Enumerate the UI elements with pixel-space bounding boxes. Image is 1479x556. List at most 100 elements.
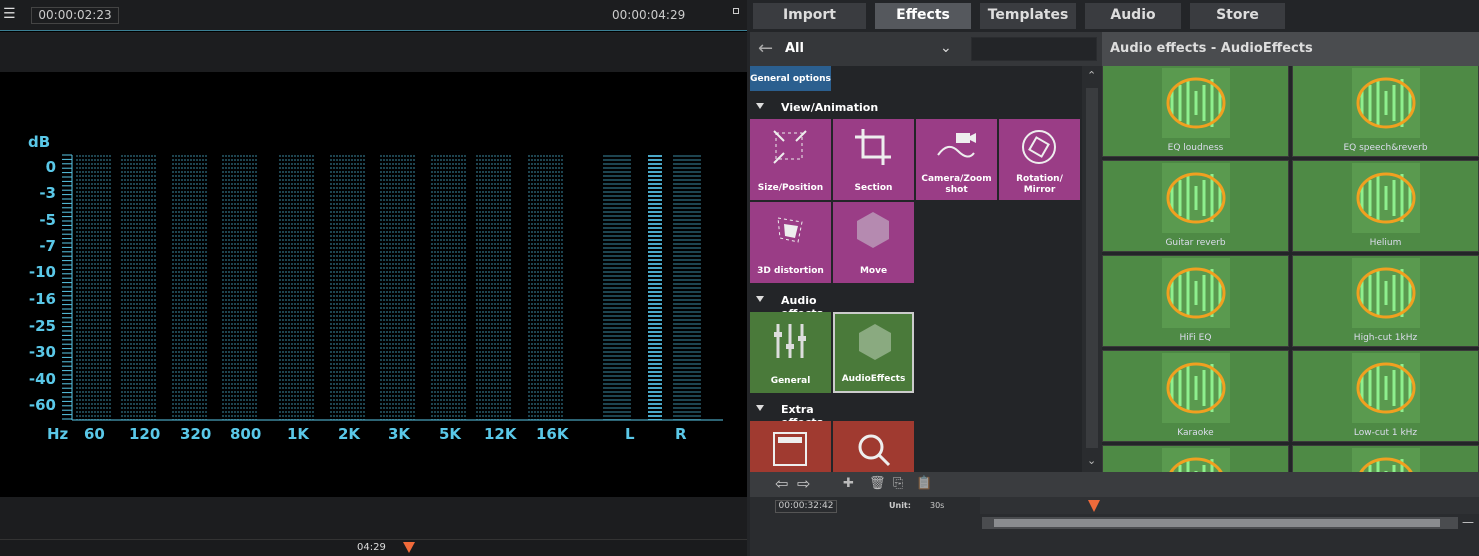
tile-rotation-mirror[interactable]: Rotation/ Mirror <box>999 119 1080 200</box>
unit-value[interactable]: 30s <box>930 501 944 510</box>
camera-icon <box>937 133 976 158</box>
add-icon[interactable]: ✚ <box>843 476 854 491</box>
unit-label: Unit: <box>889 501 911 510</box>
filter-bar: ← All ⌄ <box>750 32 1102 66</box>
distortion-icon <box>777 217 803 243</box>
effect-preview-icon <box>1352 448 1420 472</box>
effect-preview-icon <box>1352 68 1420 138</box>
preview-ruler[interactable]: 04:29 <box>0 539 747 556</box>
media-pool-toolbar: ⇦ ⇨ ✚ 🗑 ⎘ 📋 <box>750 472 1479 497</box>
effect-preview-icon <box>1162 163 1230 233</box>
timeline-strip: 00:00:32:42 Unit: 30s — <box>750 497 1479 556</box>
effect-preview-icon <box>1162 258 1230 328</box>
mixer-icon <box>774 324 806 358</box>
hexagon-icon <box>857 212 889 248</box>
tile-extra-2[interactable] <box>833 421 914 472</box>
effect-tile[interactable]: Karaoke <box>1102 350 1289 442</box>
rotation-icon <box>1022 130 1056 164</box>
spectrum-scale-lines <box>62 154 723 421</box>
size-position-icon <box>773 130 807 164</box>
playhead-icon[interactable] <box>1088 500 1100 512</box>
effect-label: Karaoke <box>1177 428 1214 438</box>
effect-preview-icon <box>1352 163 1420 233</box>
tile-label: Move <box>859 266 888 276</box>
timeline-timecode[interactable]: 00:00:32:42 <box>775 500 837 513</box>
playhead-icon[interactable] <box>403 542 415 553</box>
effect-tile[interactable] <box>1292 445 1479 472</box>
effect-tile[interactable]: Helium <box>1292 160 1479 252</box>
effect-label: EQ speech&reverb <box>1343 143 1428 153</box>
category-filter-label[interactable]: All <box>785 41 804 56</box>
tab-import[interactable]: Import <box>753 3 866 29</box>
effects-grid: EQ loudness EQ speech&reverb Guitar reverb… <box>1102 66 1479 472</box>
collapse-triangle-icon[interactable] <box>756 103 764 109</box>
tile-label: 3D distortion <box>757 266 824 276</box>
effect-tile[interactable]: EQ speech&reverb <box>1292 66 1479 157</box>
effect-tile[interactable]: Guitar reverb <box>1102 160 1289 252</box>
scroll-down-icon[interactable]: ⌄ <box>1087 454 1096 467</box>
tile-move[interactable]: Move <box>833 202 914 283</box>
tile-audio-general[interactable]: General <box>750 312 831 393</box>
effect-preview-icon <box>1162 353 1230 423</box>
tile-extra-1[interactable] <box>750 421 831 472</box>
effect-label: Guitar reverb <box>1165 238 1226 248</box>
effect-label: EQ loudness <box>1167 143 1224 153</box>
scroll-up-icon[interactable]: ⌃ <box>1087 69 1096 82</box>
tile-section[interactable]: Section <box>833 119 914 200</box>
ruler-time: 04:29 <box>357 542 386 553</box>
effect-tile[interactable]: High-cut 1kHz <box>1292 255 1479 347</box>
effect-label: High-cut 1kHz <box>1353 333 1418 343</box>
undo-arrow-icon[interactable]: ⇦ <box>775 474 788 493</box>
tab-effects[interactable]: Effects <box>875 3 971 29</box>
preview-bottom-band <box>0 497 747 539</box>
delete-icon[interactable]: 🗑 <box>869 476 886 491</box>
collapse-triangle-icon[interactable] <box>756 405 764 411</box>
zoom-out-icon[interactable]: — <box>1462 515 1474 529</box>
timeline-ruler[interactable] <box>980 497 1479 514</box>
hexagon-icon <box>859 324 891 360</box>
redo-arrow-icon[interactable]: ⇨ <box>797 474 810 493</box>
effect-label: Low-cut 1 kHz <box>1353 428 1418 438</box>
panel-title: Audio effects - AudioEffects <box>1110 41 1313 56</box>
copy-icon[interactable]: ⎘ <box>893 476 903 491</box>
tile-size-position[interactable]: Size/Position <box>750 119 831 200</box>
back-arrow-icon[interactable]: ← <box>758 38 773 59</box>
tile-label: Rotation/ Mirror <box>1016 174 1063 195</box>
effect-preview-icon <box>1162 448 1230 472</box>
magnify-icon <box>858 434 891 467</box>
effect-preview-icon <box>1352 258 1420 328</box>
effect-label: HiFi EQ <box>1179 333 1212 343</box>
effect-tile[interactable]: EQ loudness <box>1102 66 1289 157</box>
tile-label: Camera/Zoom shot <box>921 174 992 195</box>
effect-tile[interactable]: Low-cut 1 kHz <box>1292 350 1479 442</box>
collapse-triangle-icon[interactable] <box>756 296 764 302</box>
search-input[interactable] <box>971 37 1097 61</box>
tile-label: General <box>770 376 811 386</box>
tile-3d-distortion[interactable]: 3D distortion <box>750 202 831 283</box>
tile-audioeffects[interactable]: AudioEffects <box>833 312 914 393</box>
tab-audio[interactable]: Audio <box>1085 3 1181 29</box>
tab-store[interactable]: Store <box>1190 3 1285 29</box>
effect-tile[interactable]: HiFi EQ <box>1102 255 1289 347</box>
effect-tile[interactable] <box>1102 445 1289 472</box>
chevron-down-icon[interactable]: ⌄ <box>940 40 952 56</box>
tile-general-options[interactable]: General options <box>750 66 831 91</box>
tab-templates[interactable]: Templates <box>980 3 1076 29</box>
effect-preview-icon <box>1162 68 1230 138</box>
effect-categories: General options View/Animation Size/Posi… <box>750 66 1082 472</box>
tile-label: General options <box>750 74 831 84</box>
panel-header: Audio effects - AudioEffects <box>1102 32 1479 66</box>
tile-label: Size/Position <box>757 183 824 193</box>
effect-preview-icon <box>1352 353 1420 423</box>
tile-camera-zoom[interactable]: Camera/Zoom shot <box>916 119 997 200</box>
categories-scrollbar[interactable]: ⌃ ⌄ <box>1082 66 1102 472</box>
media-pool-tabs: Import Effects Templates Audio Store <box>750 0 1479 31</box>
paste-icon: 📋 <box>916 476 933 491</box>
crop-icon <box>855 129 891 165</box>
section-title: View/Animation <box>781 101 879 114</box>
frame-icon <box>773 432 807 466</box>
effect-label: Helium <box>1369 238 1402 248</box>
scrollbar-thumb[interactable] <box>1086 88 1098 448</box>
tile-label: AudioEffects <box>841 374 906 384</box>
horizontal-scrollbar-thumb[interactable] <box>994 519 1440 527</box>
